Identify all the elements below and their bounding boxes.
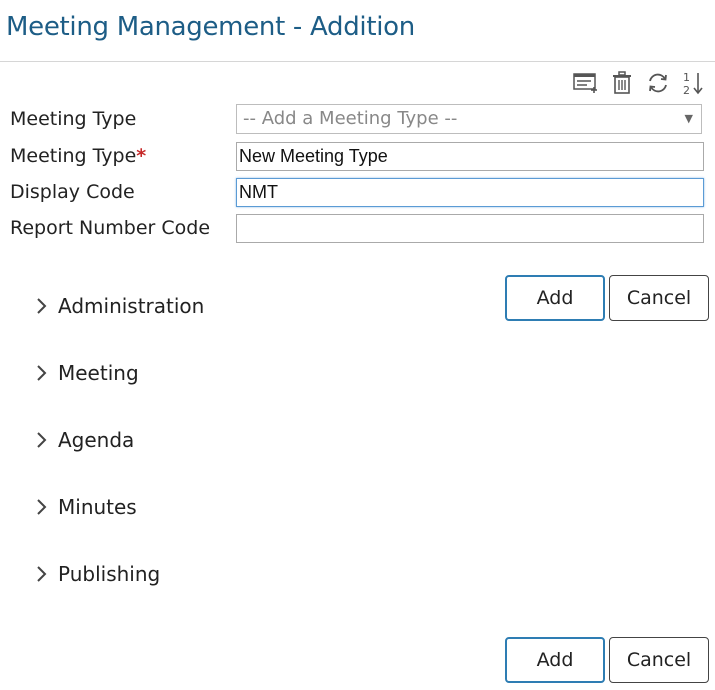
sort-top-digit: 1 [683, 71, 690, 84]
section-agenda[interactable]: Agenda [36, 428, 134, 452]
section-label: Meeting [58, 361, 139, 385]
meeting-type-input[interactable] [236, 142, 704, 171]
section-minutes[interactable]: Minutes [36, 495, 137, 519]
meeting-type-label-text: Meeting Type [10, 145, 137, 167]
meeting-type-select-value: -- Add a Meeting Type -- [243, 108, 458, 129]
sort-bottom-digit: 2 [683, 84, 690, 96]
meeting-type-select[interactable]: -- Add a Meeting Type -- ▼ [236, 104, 702, 134]
chevron-right-icon [36, 497, 50, 517]
section-label: Publishing [58, 562, 161, 586]
sort-numeric-icon[interactable]: 1 2 [681, 70, 707, 96]
chevron-down-icon: ▼ [684, 112, 693, 125]
header-divider [0, 61, 715, 62]
cancel-button[interactable]: Cancel [609, 275, 709, 321]
report-number-code-input[interactable] [236, 214, 704, 243]
section-label: Minutes [58, 495, 137, 519]
section-administration[interactable]: Administration [36, 294, 204, 318]
add-button-bottom[interactable]: Add [505, 637, 605, 683]
trash-icon[interactable] [609, 70, 635, 96]
add-button[interactable]: Add [505, 275, 605, 321]
section-label: Agenda [58, 428, 135, 452]
required-mark: * [136, 145, 147, 167]
chevron-right-icon [36, 296, 50, 316]
meeting-type-label: Meeting Type* [10, 145, 146, 167]
chevron-right-icon [36, 430, 50, 450]
display-code-label: Display Code [10, 181, 135, 203]
toolbar: 1 2 [573, 70, 707, 96]
section-label: Administration [58, 294, 205, 318]
cancel-button-bottom[interactable]: Cancel [609, 637, 709, 683]
refresh-icon[interactable] [645, 70, 671, 96]
report-number-code-label: Report Number Code [10, 217, 211, 239]
chevron-right-icon [36, 564, 50, 584]
display-code-input[interactable] [236, 178, 704, 207]
list-add-icon[interactable] [573, 70, 599, 96]
chevron-right-icon [36, 363, 50, 383]
page-title: Meeting Management - Addition [6, 12, 415, 42]
section-meeting[interactable]: Meeting [36, 361, 139, 385]
meeting-type-select-label: Meeting Type [10, 108, 137, 130]
section-publishing[interactable]: Publishing [36, 562, 160, 586]
